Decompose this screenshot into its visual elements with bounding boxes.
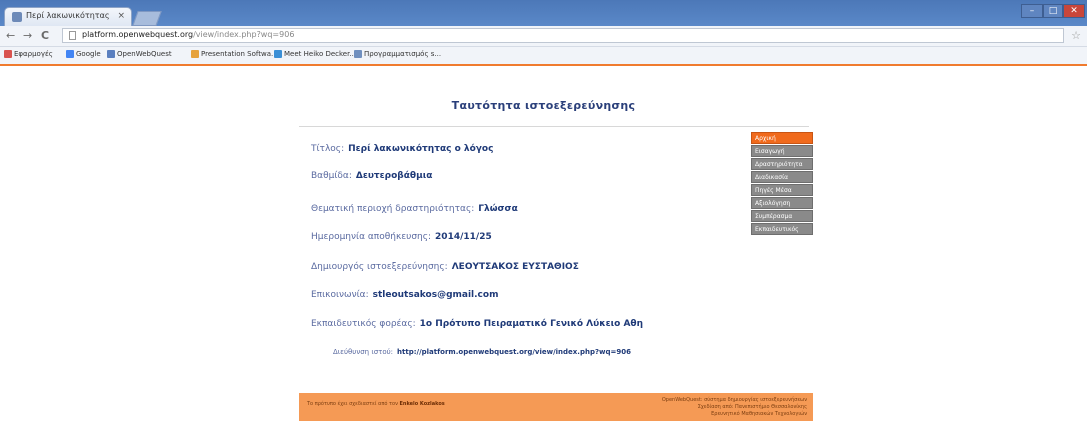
field-author: Δημιουργός ιστοεξερεύνησης: ΛΕΟΥΤΣΑΚΟΣ ΕΥ… — [311, 262, 579, 272]
menu-item-resources[interactable]: Πηγές Μέσα — [751, 184, 813, 196]
field-value: Γλώσσα — [478, 204, 518, 214]
field-label: Ημερομηνία αποθήκευσης: — [311, 232, 432, 242]
browser-titlebar: Περί λακωνικότητας ο λ × – □ ✕ — [0, 0, 1087, 26]
minimize-button[interactable]: – — [1021, 4, 1043, 18]
bookmark-apps[interactable]: Εφαρμογές — [4, 50, 53, 58]
field-date: Ημερομηνία αποθήκευσης: 2014/11/25 — [311, 232, 492, 242]
menu-item-process[interactable]: Διαδικασία — [751, 171, 813, 183]
field-value: Περί λακωνικότητας ο λόγος — [348, 144, 494, 154]
presentation-icon — [191, 50, 199, 58]
bookmark-label: Εφαρμογές — [14, 50, 53, 58]
field-label: Τίτλος: — [311, 144, 345, 154]
field-label: Δημιουργός ιστοεξερεύνησης: — [311, 262, 448, 272]
menu-item-home[interactable]: Αρχική — [751, 132, 813, 144]
info-panel: Τίτλος: Περί λακωνικότητας ο λόγος Βαθμίδ… — [299, 126, 809, 394]
contact-email-link[interactable]: stleoutsakos@gmail.com — [373, 290, 499, 300]
reload-icon[interactable]: C — [41, 29, 49, 42]
browser-tab[interactable]: Περί λακωνικότητας ο λ × — [4, 7, 132, 26]
address-bar[interactable]: platform.openwebquest.org/view/index.php… — [62, 28, 1064, 43]
forward-arrow-icon[interactable]: → — [23, 29, 32, 42]
field-contact: Επικοινωνία: stleoutsakos@gmail.com — [311, 290, 498, 300]
footer-line: Σχεδίαση από: Πανεπιστήμιο Θεσσαλονίκης — [697, 404, 807, 410]
field-label: Βαθμίδα: — [311, 171, 352, 181]
apps-icon — [4, 50, 12, 58]
bookmark-label: Προγραμματισμός s... — [364, 50, 442, 58]
bookmark-programming[interactable]: Προγραμματισμός s... — [354, 50, 441, 58]
field-subject: Θεματική περιοχή δραστηριότητας: Γλώσσα — [311, 204, 518, 214]
maximize-button[interactable]: □ — [1043, 4, 1063, 18]
bookmark-meet-heiko[interactable]: Meet Heiko Decker... — [274, 50, 356, 58]
bookmark-label: Presentation Softwa... — [201, 50, 278, 58]
tab-title: Περί λακωνικότητας ο λ — [26, 11, 112, 20]
bookmark-label: Google — [76, 50, 101, 58]
field-web-address: Διεύθυνση ιστού: http://platform.openwebq… — [333, 348, 631, 356]
field-label: Εκπαιδευτικός φορέας: — [311, 319, 416, 329]
field-label: Επικοινωνία: — [311, 290, 369, 300]
menu-item-evaluation[interactable]: Αξιολόγηση — [751, 197, 813, 209]
field-level: Βαθμίδα: Δευτεροβάθμια — [311, 171, 432, 181]
menu-item-introduction[interactable]: Εισαγωγή — [751, 145, 813, 157]
footer-credit-text: Το πρότυπο έχει σχεδιαστεί από τον — [307, 401, 398, 407]
menu-item-conclusion[interactable]: Συμπέρασμα — [751, 210, 813, 222]
footer-info: OpenWebQuest: σύστημα δημιουργίας ιστοεξ… — [662, 397, 807, 418]
footer-credit-name[interactable]: Enkelo Kozlakos — [399, 401, 444, 407]
tab-close-icon[interactable]: × — [117, 11, 125, 21]
page-icon — [69, 31, 76, 40]
video-icon — [274, 50, 282, 58]
field-label: Διεύθυνση ιστού: — [333, 348, 394, 356]
field-value: 2014/11/25 — [435, 232, 492, 242]
google-icon — [66, 50, 74, 58]
browser-toolbar: ← → C platform.openwebquest.org/view/ind… — [0, 26, 1087, 47]
page-title: Ταυτότητα ιστοεξερεύνησης — [451, 99, 636, 112]
page-icon — [354, 50, 362, 58]
favicon-icon — [12, 12, 22, 22]
field-value: ΛΕΟΥΤΣΑΚΟΣ ΕΥΣΤΑΘΙΟΣ — [451, 262, 579, 272]
footer-line: Ερευνητικό Μαθησιακών Τεχνολογιών — [711, 411, 807, 417]
field-label: Θεματική περιοχή δραστηριότητας: — [311, 204, 475, 214]
bookmark-star-icon[interactable]: ☆ — [1071, 29, 1081, 42]
url-path: /view/index.php?wq=906 — [193, 30, 295, 39]
close-window-button[interactable]: ✕ — [1063, 4, 1085, 18]
bookmark-label: OpenWebQuest — [117, 50, 172, 58]
new-tab-button[interactable] — [132, 11, 162, 26]
side-menu: Αρχική Εισαγωγή Δραστηριότητα Διαδικασία… — [751, 132, 813, 236]
menu-item-activity[interactable]: Δραστηριότητα — [751, 158, 813, 170]
bookmark-openwebquest[interactable]: OpenWebQuest — [107, 50, 172, 58]
back-arrow-icon[interactable]: ← — [6, 29, 15, 42]
bookmarks-bar: Εφαρμογές Google OpenWebQuest Presentati… — [0, 47, 1087, 66]
field-title: Τίτλος: Περί λακωνικότητας ο λόγος — [311, 144, 493, 154]
footer-credit: Το πρότυπο έχει σχεδιαστεί από τον Enkel… — [307, 401, 445, 407]
bookmark-google[interactable]: Google — [66, 50, 101, 58]
openwebquest-icon — [107, 50, 115, 58]
field-institution: Εκπαιδευτικός φορέας: 1ο Πρότυπο Πειραματ… — [311, 319, 643, 329]
menu-item-teacher[interactable]: Εκπαιδευτικός — [751, 223, 813, 235]
bookmark-label: Meet Heiko Decker... — [284, 50, 357, 58]
web-address-link[interactable]: http://platform.openwebquest.org/view/in… — [397, 348, 631, 356]
field-value: 1ο Πρότυπο Πειραματικό Γενικό Λύκειο Αθη — [419, 319, 644, 329]
field-value: Δευτεροβάθμια — [355, 171, 433, 181]
url-text: platform.openwebquest.org/view/index.php… — [82, 30, 294, 39]
page-footer: Το πρότυπο έχει σχεδιαστεί από τον Enkel… — [299, 393, 813, 421]
url-host: platform.openwebquest.org — [82, 30, 194, 39]
bookmark-presentation[interactable]: Presentation Softwa... — [191, 50, 278, 58]
footer-line: OpenWebQuest: σύστημα δημιουργίας ιστοεξ… — [661, 397, 807, 403]
